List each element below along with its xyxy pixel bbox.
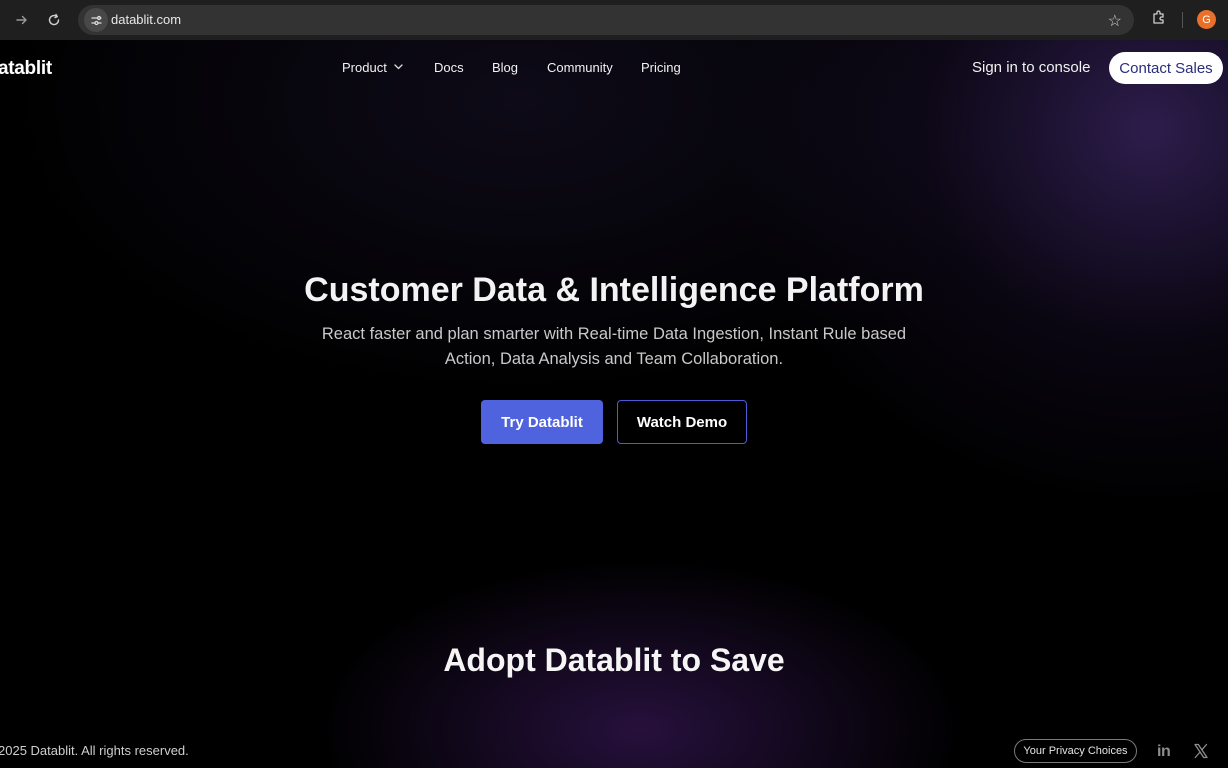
nav-blog[interactable]: Blog xyxy=(492,60,518,75)
bookmark-star-icon[interactable]: ☆ xyxy=(1108,11,1122,31)
hero-subtitle: React faster and plan smarter with Real-… xyxy=(321,325,907,368)
url-text[interactable]: datablit.com xyxy=(111,12,181,27)
watch-demo-button[interactable]: Watch Demo xyxy=(617,400,747,444)
sign-in-link[interactable]: Sign in to console xyxy=(972,59,1090,76)
linkedin-icon[interactable]: in xyxy=(1157,743,1171,761)
hero-title: Customer Data & Intelligence Platform xyxy=(304,271,924,309)
nav-product[interactable]: Product xyxy=(342,60,403,75)
footer-copyright: 2025 Datablit. All rights reserved. xyxy=(0,743,189,758)
toolbar-divider xyxy=(1182,12,1183,28)
browser-toolbar: datablit.com ☆ G xyxy=(0,0,1228,40)
extensions-icon[interactable] xyxy=(1150,9,1168,29)
address-bar[interactable]: datablit.com ☆ xyxy=(78,5,1134,35)
nav-product-label: Product xyxy=(342,60,387,75)
forward-icon[interactable] xyxy=(11,9,33,31)
nav-community[interactable]: Community xyxy=(547,60,613,75)
site-settings-icon[interactable] xyxy=(84,8,108,32)
nav-docs[interactable]: Docs xyxy=(434,60,464,75)
x-twitter-icon[interactable] xyxy=(1193,743,1209,759)
section-title: Adopt Datablit to Save xyxy=(443,642,785,678)
profile-avatar[interactable]: G xyxy=(1197,10,1216,29)
contact-sales-button[interactable]: Contact Sales xyxy=(1109,52,1223,84)
brand-logo[interactable]: atablit xyxy=(0,58,52,80)
privacy-choices-button[interactable]: Your Privacy Choices xyxy=(1014,739,1137,763)
nav-pricing[interactable]: Pricing xyxy=(641,60,681,75)
chevron-down-icon xyxy=(394,62,403,73)
page-content: atablit Product Docs Blog Community Pric… xyxy=(0,40,1228,768)
try-datablit-button[interactable]: Try Datablit xyxy=(481,400,603,444)
reload-icon[interactable] xyxy=(43,9,65,31)
